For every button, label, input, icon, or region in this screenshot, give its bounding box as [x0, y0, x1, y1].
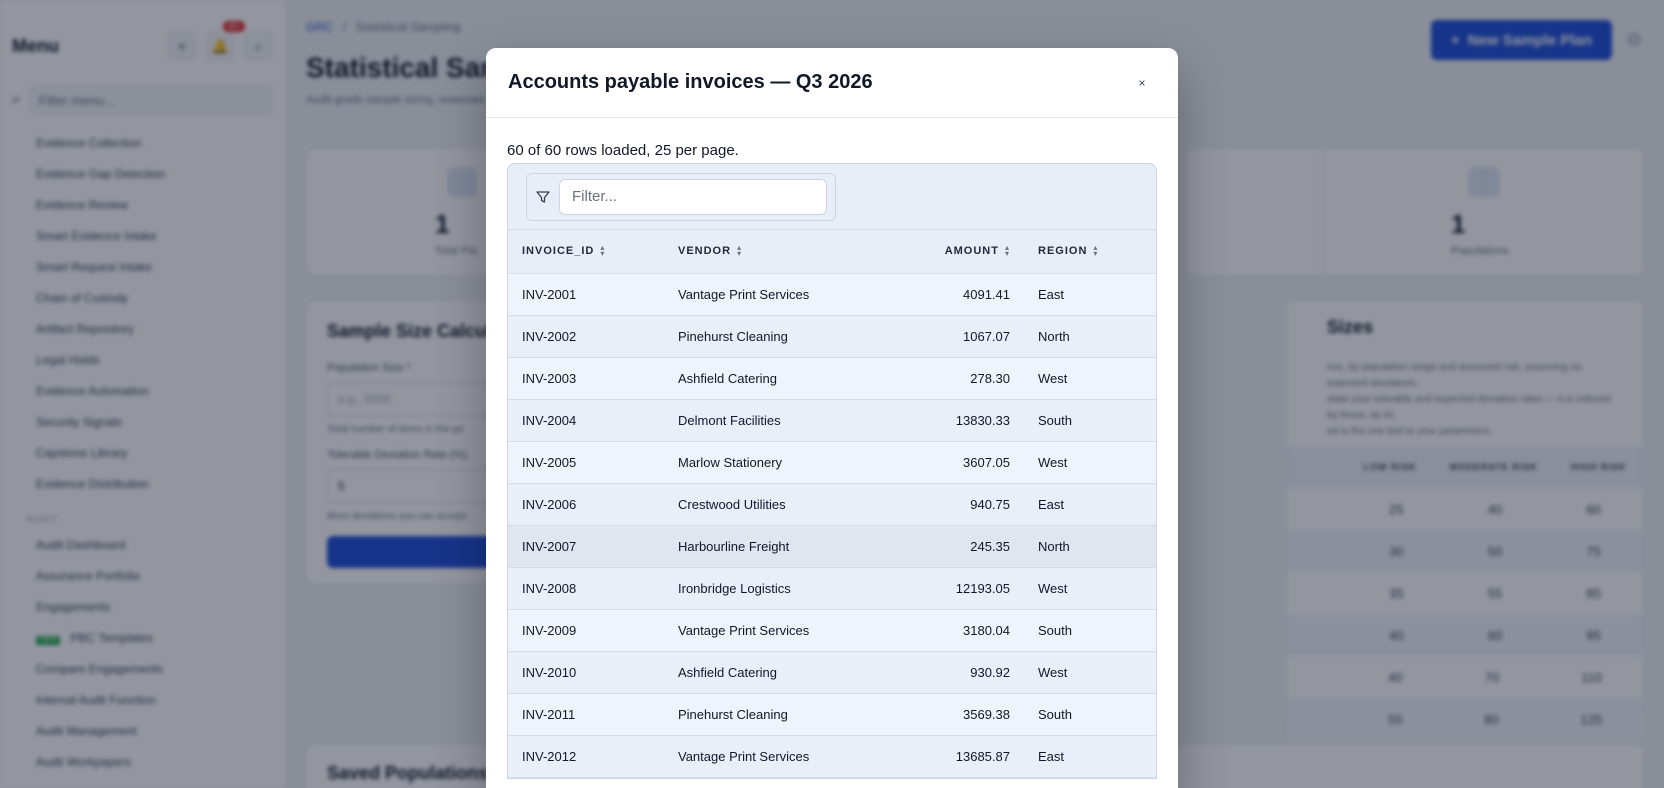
- column-header-invoice-id[interactable]: INVOICE_ID ▴ ▾: [508, 230, 664, 274]
- cell-region: North: [1024, 525, 1156, 568]
- filter-icon: [535, 189, 551, 205]
- cell-vendor: Delmont Facilities: [664, 399, 894, 442]
- cell-amount: 940.75: [894, 483, 1024, 526]
- cell-vendor: Harbourline Freight: [664, 525, 894, 568]
- cell-invoice-id: INV-2011: [508, 693, 664, 736]
- cell-region: East: [1024, 273, 1156, 316]
- cell-region: South: [1024, 693, 1156, 736]
- cell-amount: 13830.33: [894, 399, 1024, 442]
- table-row[interactable]: INV-2007 Harbourline Freight 245.35 North: [508, 525, 1156, 568]
- cell-invoice-id: INV-2002: [508, 315, 664, 358]
- cell-invoice-id: INV-2006: [508, 483, 664, 526]
- cell-region: East: [1024, 735, 1156, 778]
- cell-vendor: Ashfield Catering: [664, 357, 894, 400]
- sort-icon: ▴ ▾: [1004, 243, 1010, 259]
- cell-invoice-id: INV-2001: [508, 273, 664, 316]
- cell-amount: 3569.38: [894, 693, 1024, 736]
- cell-invoice-id: INV-2010: [508, 651, 664, 694]
- cell-invoice-id: INV-2012: [508, 735, 664, 778]
- cell-amount: 12193.05: [894, 567, 1024, 610]
- modal-title: Accounts payable invoices — Q3 2026: [508, 71, 873, 93]
- cell-invoice-id: INV-2005: [508, 441, 664, 484]
- cell-region: South: [1024, 399, 1156, 442]
- cell-region: South: [1024, 609, 1156, 652]
- cell-invoice-id: INV-2007: [508, 525, 664, 568]
- cell-vendor: Ashfield Catering: [664, 651, 894, 694]
- table-row[interactable]: INV-2002 Pinehurst Cleaning 1067.07 North: [508, 315, 1156, 358]
- cell-amount: 930.92: [894, 651, 1024, 694]
- cell-region: West: [1024, 441, 1156, 484]
- cell-vendor: Pinehurst Cleaning: [664, 693, 894, 736]
- invoice-table: INVOICE_ID ▴ ▾ VENDOR ▴ ▾ AMOUNT ▴ ▾ REGION ▴ ▾ …: [508, 230, 1156, 778]
- table-row[interactable]: INV-2009 Vantage Print Services 3180.04 Sou…: [508, 609, 1156, 652]
- cell-vendor: Pinehurst Cleaning: [664, 315, 894, 358]
- table-row[interactable]: INV-2003 Ashfield Catering 278.30 West: [508, 357, 1156, 400]
- dataset-preview-modal: Accounts payable invoices — Q3 2026 × 60…: [486, 48, 1178, 788]
- column-header-region[interactable]: REGION ▴ ▾: [1024, 230, 1156, 274]
- table-row[interactable]: INV-2001 Vantage Print Services 4091.41 Eas…: [508, 273, 1156, 316]
- cell-vendor: Vantage Print Services: [664, 609, 894, 652]
- cell-vendor: Ironbridge Logistics: [664, 567, 894, 610]
- table-row[interactable]: INV-2004 Delmont Facilities 13830.33 South: [508, 399, 1156, 442]
- cell-region: West: [1024, 651, 1156, 694]
- cell-amount: 3607.05: [894, 441, 1024, 484]
- cell-vendor: Crestwood Utilities: [664, 483, 894, 526]
- cell-region: West: [1024, 567, 1156, 610]
- cell-invoice-id: INV-2003: [508, 357, 664, 400]
- modal-header: Accounts payable invoices — Q3 2026 ×: [486, 48, 1178, 118]
- cell-amount: 1067.07: [894, 315, 1024, 358]
- table-row[interactable]: INV-2011 Pinehurst Cleaning 3569.38 South: [508, 693, 1156, 736]
- cell-region: North: [1024, 315, 1156, 358]
- data-grid: INVOICE_ID▴▾ VENDOR▴▾ AMOUNT▴▾ REGION▴▾ …: [507, 163, 1157, 779]
- column-header-amount[interactable]: AMOUNT ▴ ▾: [894, 230, 1024, 274]
- cell-vendor: Vantage Print Services: [664, 273, 894, 316]
- grid-toolbar: [508, 164, 1156, 230]
- cell-amount: 13685.87: [894, 735, 1024, 778]
- table-row[interactable]: INV-2006 Crestwood Utilities 940.75 East: [508, 483, 1156, 526]
- cell-vendor: Marlow Stationery: [664, 441, 894, 484]
- cell-region: East: [1024, 483, 1156, 526]
- cell-amount: 278.30: [894, 357, 1024, 400]
- cell-amount: 245.35: [894, 525, 1024, 568]
- filter-box: [526, 172, 836, 221]
- sort-icon: ▴ ▾: [737, 243, 743, 259]
- table-row[interactable]: INV-2005 Marlow Stationery 3607.05 West: [508, 441, 1156, 484]
- sort-icon: ▴ ▾: [1093, 243, 1099, 259]
- cell-invoice-id: INV-2004: [508, 399, 664, 442]
- column-header-vendor[interactable]: VENDOR ▴ ▾: [664, 230, 894, 274]
- rows-loaded-text: 60 of 60 rows loaded, 25 per page.: [507, 142, 739, 159]
- cell-region: West: [1024, 357, 1156, 400]
- cell-invoice-id: INV-2008: [508, 567, 664, 610]
- cell-amount: 4091.41: [894, 273, 1024, 316]
- cell-amount: 3180.04: [894, 609, 1024, 652]
- cell-vendor: Vantage Print Services: [664, 735, 894, 778]
- table-row[interactable]: INV-2012 Vantage Print Services 13685.87 Ea…: [508, 735, 1156, 778]
- table-row[interactable]: INV-2008 Ironbridge Logistics 12193.05 West: [508, 567, 1156, 610]
- table-row[interactable]: INV-2010 Ashfield Catering 930.92 West: [508, 651, 1156, 694]
- close-icon[interactable]: ×: [1128, 69, 1156, 97]
- sort-icon: ▴ ▾: [600, 243, 606, 259]
- grid-filter-input[interactable]: [559, 178, 827, 215]
- cell-invoice-id: INV-2009: [508, 609, 664, 652]
